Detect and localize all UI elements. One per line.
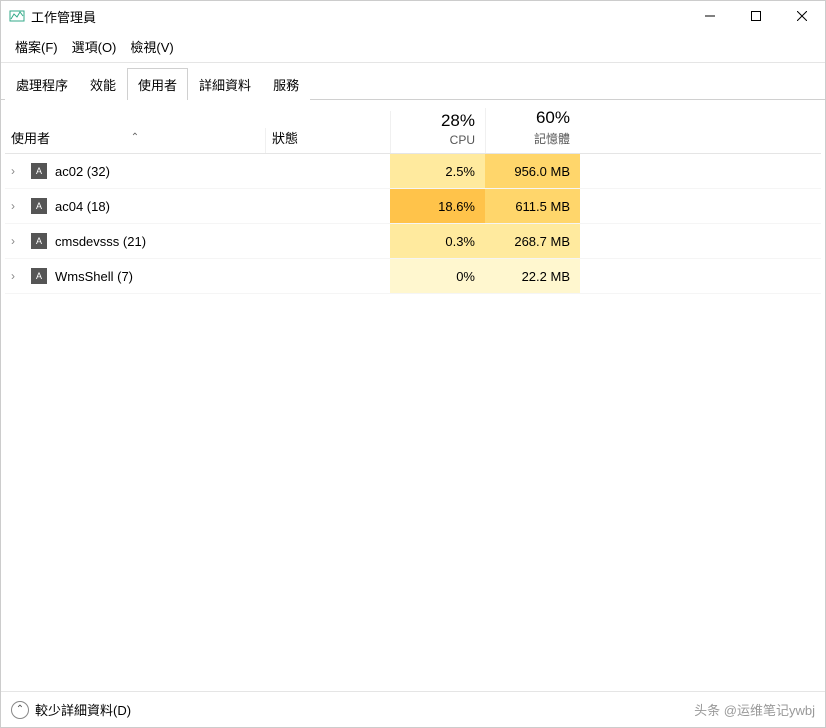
cell-spacer: [580, 189, 821, 223]
menu-file[interactable]: 檔案(F): [9, 35, 64, 58]
fewer-details-label: 較少詳細資料(D): [35, 700, 131, 719]
cell-user: › A ac02 (32): [5, 154, 265, 188]
cell-status: [265, 154, 390, 188]
user-icon: A: [31, 233, 47, 249]
tab-services[interactable]: 服務: [262, 68, 310, 100]
cell-user: › A WmsShell (7): [5, 259, 265, 293]
user-name: ac02 (32): [55, 164, 110, 179]
window-title: 工作管理員: [31, 7, 687, 26]
app-icon: [9, 8, 25, 24]
user-name: cmsdevsss (21): [55, 234, 146, 249]
tab-processes[interactable]: 處理程序: [5, 68, 79, 100]
chevron-right-icon[interactable]: ›: [11, 199, 23, 213]
cell-spacer: [580, 224, 821, 258]
table-row[interactable]: › A cmsdevsss (21) 0.3% 268.7 MB: [5, 224, 821, 259]
cell-cpu: 2.5%: [390, 154, 485, 188]
header-mem-label: 記憶體: [486, 130, 570, 153]
cell-user: › A ac04 (18): [5, 189, 265, 223]
user-name: WmsShell (7): [55, 269, 133, 284]
header-cpu[interactable]: 28% CPU: [390, 111, 485, 153]
cell-cpu: 0%: [390, 259, 485, 293]
minimize-button[interactable]: [687, 1, 733, 31]
window-controls: [687, 1, 825, 31]
close-button[interactable]: [779, 1, 825, 31]
cell-memory: 611.5 MB: [485, 189, 580, 223]
user-icon: A: [31, 163, 47, 179]
content-area: ⌃ 使用者 狀態 28% CPU 60% 記憶體 › A ac02 (32) 2…: [1, 100, 825, 691]
chevron-right-icon[interactable]: ›: [11, 164, 23, 178]
header-memory[interactable]: 60% 記憶體: [485, 108, 580, 153]
header-user-label: 使用者: [11, 131, 50, 146]
cell-cpu: 0.3%: [390, 224, 485, 258]
cell-memory: 268.7 MB: [485, 224, 580, 258]
table-row[interactable]: › A WmsShell (7) 0% 22.2 MB: [5, 259, 821, 294]
cell-user: › A cmsdevsss (21): [5, 224, 265, 258]
table-row[interactable]: › A ac04 (18) 18.6% 611.5 MB: [5, 189, 821, 224]
close-icon: [797, 11, 807, 21]
chevron-up-icon: ⌃: [11, 701, 29, 719]
chevron-right-icon[interactable]: ›: [11, 234, 23, 248]
tab-users[interactable]: 使用者: [127, 68, 188, 100]
header-status[interactable]: 狀態: [265, 128, 390, 153]
header-cpu-label: CPU: [391, 133, 475, 153]
titlebar: 工作管理員: [1, 1, 825, 31]
maximize-icon: [751, 11, 761, 21]
table-body: › A ac02 (32) 2.5% 956.0 MB › A ac04 (18…: [5, 154, 821, 687]
cell-status: [265, 259, 390, 293]
cell-spacer: [580, 154, 821, 188]
fewer-details-button[interactable]: ⌃ 較少詳細資料(D): [11, 700, 131, 719]
cell-status: [265, 224, 390, 258]
header-mem-pct: 60%: [486, 108, 570, 130]
tab-details[interactable]: 詳細資料: [188, 68, 262, 100]
cell-memory: 22.2 MB: [485, 259, 580, 293]
menu-view[interactable]: 檢視(V): [124, 35, 179, 58]
cell-cpu: 18.6%: [390, 189, 485, 223]
chevron-right-icon[interactable]: ›: [11, 269, 23, 283]
user-icon: A: [31, 198, 47, 214]
menubar: 檔案(F) 選項(O) 檢視(V): [1, 31, 825, 63]
header-user[interactable]: ⌃ 使用者: [5, 128, 265, 153]
header-status-label: 狀態: [272, 131, 298, 146]
watermark: 头条 @运维笔记ywbj: [694, 700, 815, 719]
cell-memory: 956.0 MB: [485, 154, 580, 188]
footer: ⌃ 較少詳細資料(D) 头条 @运维笔记ywbj: [1, 691, 825, 727]
user-icon: A: [31, 268, 47, 284]
maximize-button[interactable]: [733, 1, 779, 31]
user-name: ac04 (18): [55, 199, 110, 214]
table-header: ⌃ 使用者 狀態 28% CPU 60% 記憶體: [5, 104, 821, 154]
header-cpu-pct: 28%: [391, 111, 475, 133]
tab-bar: 處理程序 效能 使用者 詳細資料 服務: [1, 67, 825, 100]
menu-options[interactable]: 選項(O): [66, 35, 123, 58]
minimize-icon: [705, 11, 715, 21]
table-row[interactable]: › A ac02 (32) 2.5% 956.0 MB: [5, 154, 821, 189]
sort-indicator-icon: ⌃: [131, 132, 139, 143]
tab-performance[interactable]: 效能: [79, 68, 127, 100]
cell-spacer: [580, 259, 821, 293]
cell-status: [265, 189, 390, 223]
